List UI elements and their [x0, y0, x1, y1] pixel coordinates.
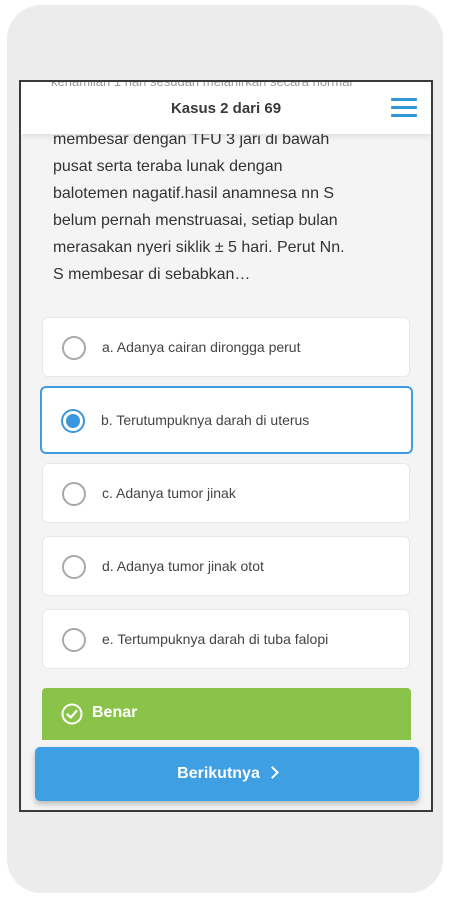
- question-line: S membesar di sebabkan…: [53, 266, 251, 283]
- question-line: balotemen nagatif.hasil anamnesa nn S: [53, 185, 335, 202]
- radio-button-icon[interactable]: [62, 555, 86, 579]
- next-button-label: Berikutnya: [177, 765, 260, 782]
- top-bar: kehamilan 1 hari sesudah melahirkan seca…: [21, 82, 431, 134]
- clipped-question-line: kehamilan 1 hari sesudah melahirkan seca…: [51, 80, 353, 89]
- answer-option-e[interactable]: e. Tertumpuknya darah di tuba falopi: [42, 609, 410, 669]
- answer-option-label: c. Adanya tumor jinak: [102, 485, 236, 501]
- answer-option-b[interactable]: b. Terutumpuknya darah di uterus: [40, 386, 413, 454]
- radio-button-icon[interactable]: [62, 482, 86, 506]
- next-button[interactable]: Berikutnya: [35, 747, 419, 801]
- result-label: Benar: [92, 704, 138, 721]
- question-line: pusat serta teraba lunak dengan: [53, 158, 283, 175]
- hamburger-menu-icon[interactable]: [391, 98, 417, 118]
- result-banner: Benar: [42, 688, 411, 740]
- answer-option-label: a. Adanya cairan dirongga perut: [102, 339, 301, 355]
- answer-option-label: e. Tertumpuknya darah di tuba falopi: [102, 631, 329, 647]
- radio-button-icon[interactable]: [62, 336, 86, 360]
- question-text: membesar dengan TFU 3 jari di bawah pusa…: [53, 126, 403, 288]
- answer-option-a[interactable]: a. Adanya cairan dirongga perut: [42, 317, 410, 377]
- answer-option-d[interactable]: d. Adanya tumor jinak otot: [42, 536, 410, 596]
- question-line: belum pernah menstruasai, setiap bulan: [53, 212, 338, 229]
- radio-button-icon[interactable]: [62, 628, 86, 652]
- question-line: merasakan nyeri siklik ± 5 hari. Perut N…: [53, 239, 345, 256]
- chevron-right-icon: [265, 766, 279, 779]
- radio-button-selected-icon[interactable]: [61, 409, 85, 433]
- app-screen: kehamilan 1 hari sesudah melahirkan seca…: [19, 80, 433, 812]
- answer-option-c[interactable]: c. Adanya tumor jinak: [42, 463, 410, 523]
- case-counter-title: Kasus 2 dari 69: [170, 100, 282, 117]
- answer-option-label: b. Terutumpuknya darah di uterus: [101, 412, 310, 428]
- answer-option-label: d. Adanya tumor jinak otot: [102, 558, 264, 574]
- check-circle-icon: [61, 703, 83, 725]
